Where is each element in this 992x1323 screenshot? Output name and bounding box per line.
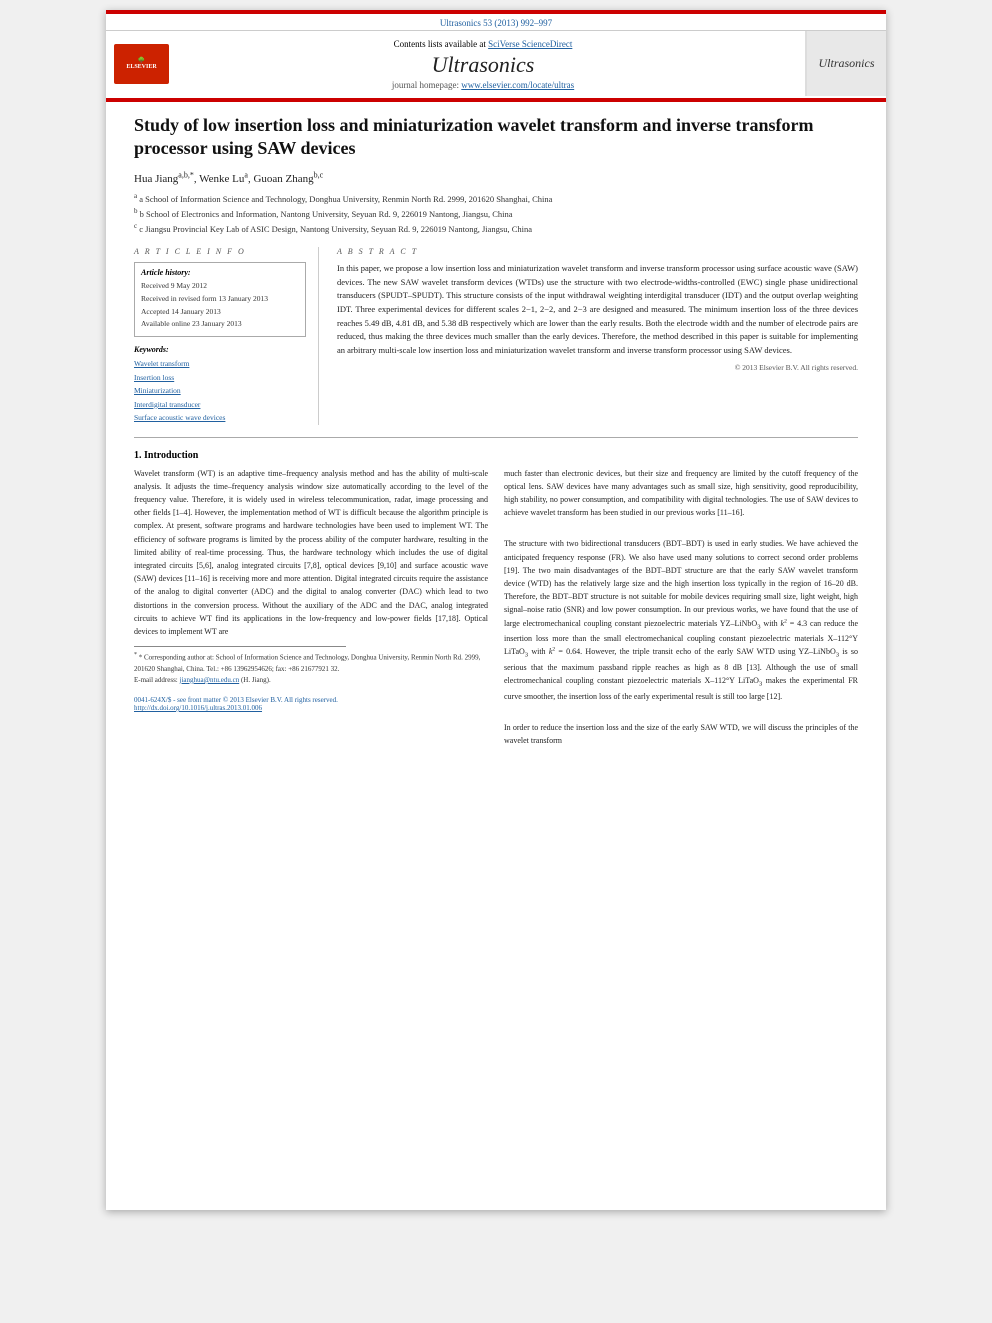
keywords-block: Keywords: Wavelet transform Insertion lo… — [134, 345, 306, 425]
footnote-email: E-mail address: jianghua@ntu.edu.cn (H. … — [134, 675, 488, 686]
section-1: 1. Introduction Wavelet transform (WT) i… — [134, 450, 858, 748]
body-right-col: much faster than electronic devices, but… — [504, 467, 858, 748]
received-date: Received 9 May 2012 — [141, 280, 299, 293]
keyword-4[interactable]: Interdigital transducer — [134, 398, 306, 412]
history-label: Article history: — [141, 268, 299, 277]
affiliation-b: b b School of Electronics and Informatio… — [134, 206, 858, 221]
journal-main-header: Contents lists available at SciVerse Sci… — [161, 31, 806, 96]
journal-logo-right: Ultrasonics — [806, 31, 886, 96]
article-info-column: A R T I C L E I N F O Article history: R… — [134, 247, 319, 425]
contents-line: Contents lists available at SciVerse Sci… — [181, 39, 785, 49]
issn-text-1: 0041-624X/$ - see front matter © 2013 El… — [134, 696, 488, 704]
article-info-heading: A R T I C L E I N F O — [134, 247, 306, 256]
affiliations: a a School of Information Science and Te… — [134, 191, 858, 235]
keyword-1[interactable]: Wavelet transform — [134, 357, 306, 371]
intro-right-text-3: In order to reduce the insertion loss an… — [504, 721, 858, 747]
journal-url[interactable]: www.elsevier.com/locate/ultras — [461, 80, 574, 90]
available-date: Available online 23 January 2013 — [141, 318, 299, 331]
issn-line: 0041-624X/$ - see front matter © 2013 El… — [134, 696, 488, 712]
abstract-column: A B S T R A C T In this paper, we propos… — [337, 247, 858, 425]
affiliation-c: c c Jiangsu Provincial Key Lab of ASIC D… — [134, 221, 858, 236]
elsevier-logo-area: 🌳 ELSEVIER — [106, 31, 161, 96]
keyword-3[interactable]: Miniaturization — [134, 384, 306, 398]
journal-content-area: 🌳 ELSEVIER Contents lists available at S… — [106, 30, 886, 96]
accepted-date: Accepted 14 January 2013 — [141, 306, 299, 319]
intro-right-text-2: The structure with two bidirectional tra… — [504, 537, 858, 702]
sciverse-link[interactable]: SciVerse ScienceDirect — [488, 39, 572, 49]
revised-date: Received in revised form 13 January 2013 — [141, 293, 299, 306]
article-body: Study of low insertion loss and miniatur… — [106, 102, 886, 759]
section-1-title: 1. Introduction — [134, 450, 858, 461]
journal-top-bar: Ultrasonics 53 (2013) 992–997 — [106, 14, 886, 30]
email-link[interactable]: jianghua@ntu.edu.cn — [180, 676, 240, 684]
intro-right-text-1: much faster than electronic devices, but… — [504, 467, 858, 520]
journal-homepage: journal homepage: www.elsevier.com/locat… — [181, 80, 785, 90]
article-title: Study of low insertion loss and miniatur… — [134, 114, 858, 161]
body-two-col: Wavelet transform (WT) is an adaptive ti… — [134, 467, 858, 748]
page: Ultrasonics 53 (2013) 992–997 🌳 ELSEVIER… — [106, 10, 886, 1210]
header-divider — [106, 98, 886, 100]
elsevier-label: ELSEVIER — [126, 64, 156, 70]
abstract-heading: A B S T R A C T — [337, 247, 858, 256]
authors-full: Hua Jianga,b,*, Wenke Lua, Guoan Zhangb,… — [134, 173, 323, 185]
body-left-col: Wavelet transform (WT) is an adaptive ti… — [134, 467, 488, 748]
info-abstract-section: A R T I C L E I N F O Article history: R… — [134, 247, 858, 425]
logo-text: Ultrasonics — [818, 56, 874, 71]
keyword-2[interactable]: Insertion loss — [134, 371, 306, 385]
abstract-text: In this paper, we propose a low insertio… — [337, 262, 858, 357]
footnote-star: * * Corresponding author at: School of I… — [134, 651, 488, 675]
keyword-5[interactable]: Surface acoustic wave devices — [134, 411, 306, 425]
journal-citation: Ultrasonics 53 (2013) 992–997 — [440, 18, 552, 28]
journal-title: Ultrasonics — [181, 52, 785, 78]
authors-line: Hua Jianga,b,*, Wenke Lua, Guoan Zhangb,… — [134, 171, 858, 186]
doi-link[interactable]: http://dx.doi.org/10.1016/j.ultras.2013.… — [134, 704, 262, 712]
affiliation-a: a a School of Information Science and Te… — [134, 191, 858, 206]
history-block: Article history: Received 9 May 2012 Rec… — [134, 262, 306, 337]
keywords-label: Keywords: — [134, 345, 306, 354]
intro-left-text: Wavelet transform (WT) is an adaptive ti… — [134, 467, 488, 638]
copyright-line: © 2013 Elsevier B.V. All rights reserved… — [337, 363, 858, 372]
journal-header: Ultrasonics 53 (2013) 992–997 🌳 ELSEVIER… — [106, 14, 886, 102]
footnote-divider — [134, 646, 346, 647]
section-divider — [134, 437, 858, 438]
